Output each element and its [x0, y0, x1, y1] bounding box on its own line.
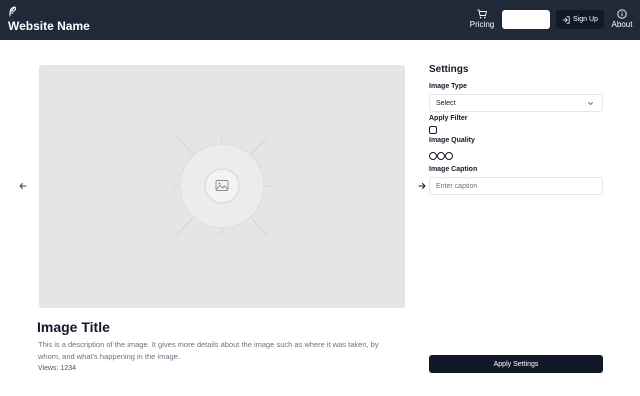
chevron-down-icon — [588, 102, 593, 105]
feather-icon — [9, 6, 17, 17]
image-quality-label: Image Quality — [429, 137, 475, 144]
brand-name: Website Name — [8, 19, 90, 33]
quality-radio-1[interactable] — [429, 152, 437, 160]
info-icon — [617, 9, 627, 19]
apply-filter-checkbox[interactable] — [429, 126, 437, 134]
image-description: This is a description of the image. It g… — [38, 340, 379, 361]
signup-label: Sign Up — [573, 16, 598, 23]
login-icon — [562, 15, 570, 24]
settings-title: Settings — [429, 64, 469, 75]
apply-filter-label: Apply Filter — [429, 115, 468, 122]
quality-radio-3[interactable] — [445, 152, 453, 160]
apply-settings-button[interactable]: Apply Settings — [429, 355, 603, 373]
brand[interactable]: Website Name — [8, 6, 90, 33]
top-navbar: Website Name Pricing Sign Up About — [0, 0, 640, 40]
arrow-left-icon[interactable] — [18, 181, 28, 191]
header-search-input[interactable] — [502, 10, 550, 29]
nav-pricing-label: Pricing — [469, 20, 495, 29]
nav-about[interactable]: About — [608, 9, 636, 33]
image-type-select[interactable]: Select — [429, 94, 603, 112]
image-type-value: Select — [436, 99, 456, 107]
caption-input[interactable] — [429, 177, 603, 195]
image-quality-options — [429, 152, 453, 160]
arrow-right-icon[interactable] — [417, 181, 427, 191]
apply-settings-label: Apply Settings — [493, 360, 539, 368]
view-count: Views: 1234 — [38, 365, 77, 372]
nav-pricing[interactable]: Pricing — [468, 9, 496, 33]
placeholder-graphic — [173, 136, 271, 236]
cart-icon — [477, 9, 487, 19]
image-caption-label: Image Caption — [429, 166, 478, 173]
image-type-label: Image Type — [429, 83, 467, 90]
image-placeholder — [39, 65, 405, 308]
quality-radio-2[interactable] — [437, 152, 445, 160]
nav-about-label: About — [611, 20, 633, 29]
signup-button[interactable]: Sign Up — [556, 10, 604, 29]
image-title: Image Title — [37, 319, 110, 335]
